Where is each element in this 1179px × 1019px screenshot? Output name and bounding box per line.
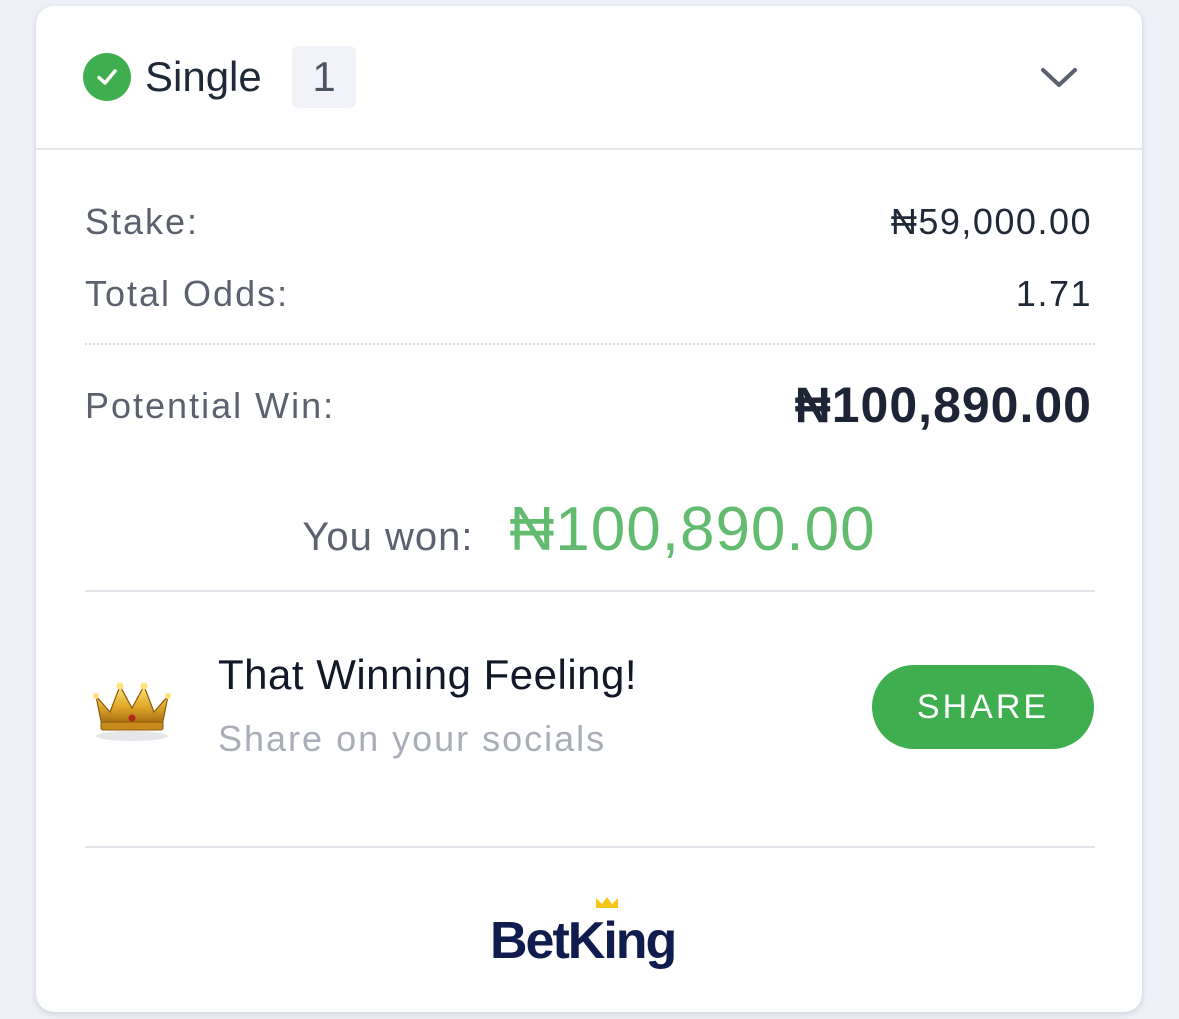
bet-type-title: Single: [145, 53, 262, 100]
result-divider: [85, 590, 1095, 592]
chevron-down-icon[interactable]: [1036, 60, 1082, 94]
stake-value: ₦59,000.00: [890, 201, 1092, 242]
promo-title: That Winning Feeling!: [218, 651, 638, 698]
won-row: You won: ₦100,890.00: [36, 494, 1142, 564]
selection-count-badge: 1: [292, 46, 356, 108]
summary-divider: [85, 343, 1095, 345]
total-odds-value: 1.71: [1015, 273, 1092, 314]
potential-win-value: ₦100,890.00: [794, 377, 1092, 433]
won-amount: ₦100,890.00: [509, 495, 876, 564]
footer-divider: [85, 846, 1095, 848]
crown-icon: [90, 674, 174, 744]
svg-text:BetKing: BetKing: [490, 912, 675, 970]
total-odds-label: Total Odds:: [85, 273, 290, 314]
won-label: You won:: [302, 515, 474, 559]
stake-label: Stake:: [85, 201, 200, 242]
share-button[interactable]: SHARE: [872, 665, 1094, 749]
bet-slip-card: Single 1 Stake: ₦59,000.00 Total Odds: 1…: [36, 6, 1142, 1012]
betking-logo: BetKing: [488, 894, 698, 976]
promo-subtitle: Share on your socials: [218, 718, 607, 759]
check-circle-icon: [83, 53, 131, 101]
potential-win-label: Potential Win:: [85, 385, 336, 426]
bet-slip-header[interactable]: Single 1: [36, 6, 1142, 150]
